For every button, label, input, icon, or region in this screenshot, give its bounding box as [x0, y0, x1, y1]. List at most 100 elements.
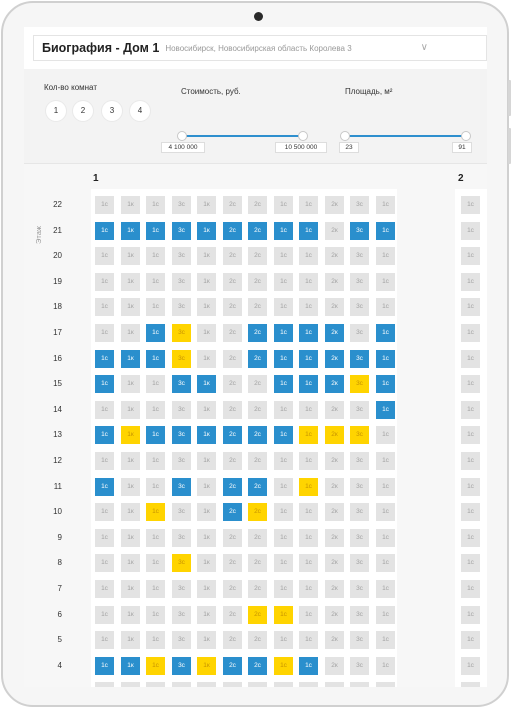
apartment-cell[interactable]: 2к — [325, 196, 344, 214]
apartment-cell[interactable]: 1к — [121, 401, 140, 419]
apartment-cell[interactable]: 3с — [172, 580, 191, 598]
apartment-cell[interactable]: 1к — [197, 222, 216, 240]
apartment-cell[interactable]: 1с — [146, 324, 165, 342]
apartment-cell[interactable]: 1с — [461, 350, 480, 368]
apartment-cell[interactable]: 2с — [248, 478, 267, 496]
apartment-cell[interactable]: 1к — [197, 375, 216, 393]
apartment-cell[interactable]: 2к — [325, 426, 344, 444]
apartment-cell[interactable]: 2с — [223, 401, 242, 419]
price-max-value[interactable]: 10 500 000 — [275, 142, 327, 153]
apartment-cell[interactable]: 1с — [95, 478, 114, 496]
apartment-cell[interactable]: 1с — [274, 324, 293, 342]
apartment-cell[interactable]: 1к — [197, 247, 216, 265]
apartment-cell[interactable]: 1с — [95, 529, 114, 547]
apartment-cell[interactable]: 1с — [146, 222, 165, 240]
room-option-3[interactable]: 3 — [102, 101, 122, 121]
apartment-cell[interactable]: 3с — [172, 247, 191, 265]
apartment-cell[interactable]: 1с — [95, 554, 114, 572]
apartment-cell[interactable]: 2с — [248, 273, 267, 291]
apartment-cell[interactable]: 1с — [461, 222, 480, 240]
price-slider-min-handle[interactable] — [177, 131, 187, 141]
apartment-cell[interactable]: 3с — [172, 452, 191, 470]
apartment-cell[interactable]: 1с — [274, 247, 293, 265]
apartment-cell[interactable]: 1к — [121, 196, 140, 214]
apartment-cell[interactable]: 2с — [223, 503, 242, 521]
apartment-cell[interactable]: 1с — [274, 401, 293, 419]
apartment-cell[interactable]: 3с — [350, 298, 369, 316]
apartment-cell[interactable]: 1с — [461, 478, 480, 496]
apartment-cell[interactable]: 2к — [325, 606, 344, 624]
apartment-cell[interactable]: 1с — [461, 273, 480, 291]
apartment-cell[interactable]: 3с — [350, 657, 369, 675]
apartment-cell[interactable]: 2к — [325, 273, 344, 291]
apartment-cell[interactable]: 2с — [223, 529, 242, 547]
apartment-cell[interactable]: 1к — [121, 580, 140, 598]
apartment-cell[interactable]: 1к — [197, 657, 216, 675]
room-option-2[interactable]: 2 — [73, 101, 93, 121]
apartment-cell[interactable]: 1с — [95, 350, 114, 368]
apartment-cell[interactable]: 1к — [121, 478, 140, 496]
apartment-cell[interactable]: 1с — [461, 426, 480, 444]
apartment-cell[interactable]: 1с — [146, 298, 165, 316]
apartment-cell[interactable]: 1к — [197, 682, 216, 687]
apartment-cell[interactable]: 2с — [223, 247, 242, 265]
apartment-cell[interactable]: 1к — [121, 529, 140, 547]
apartment-cell[interactable]: 1с — [299, 298, 318, 316]
apartment-cell[interactable]: 1с — [461, 324, 480, 342]
apartment-cell[interactable]: 2с — [248, 452, 267, 470]
apartment-cell[interactable]: 1с — [461, 298, 480, 316]
apartment-cell[interactable]: 1с — [461, 682, 480, 687]
apartment-cell[interactable]: 1с — [299, 196, 318, 214]
apartment-cell[interactable]: 2с — [248, 298, 267, 316]
apartment-cell[interactable]: 2с — [248, 247, 267, 265]
apartment-cell[interactable]: 1с — [274, 222, 293, 240]
apartment-cell[interactable]: 2к — [325, 554, 344, 572]
apartment-cell[interactable]: 1с — [376, 657, 395, 675]
apartment-cell[interactable]: 1с — [461, 529, 480, 547]
apartment-cell[interactable]: 3с — [350, 247, 369, 265]
apartment-cell[interactable]: 1с — [95, 452, 114, 470]
apartment-cell[interactable]: 1с — [299, 529, 318, 547]
apartment-cell[interactable]: 2с — [223, 375, 242, 393]
apartment-cell[interactable]: 2к — [325, 298, 344, 316]
apartment-cell[interactable]: 1с — [299, 222, 318, 240]
apartment-cell[interactable]: 2с — [223, 426, 242, 444]
apartment-cell[interactable]: 2с — [223, 273, 242, 291]
apartment-cell[interactable]: 1с — [95, 426, 114, 444]
apartment-cell[interactable]: 1с — [95, 247, 114, 265]
apartment-cell[interactable]: 1с — [299, 503, 318, 521]
apartment-cell[interactable]: 1с — [299, 554, 318, 572]
apartment-cell[interactable]: 2с — [223, 222, 242, 240]
apartment-cell[interactable]: 3с — [350, 682, 369, 687]
apartment-cell[interactable]: 1с — [274, 196, 293, 214]
apartment-cell[interactable]: 1с — [376, 401, 395, 419]
chevron-down-icon[interactable]: ∨ — [421, 43, 428, 53]
apartment-cell[interactable]: 2с — [248, 426, 267, 444]
apartment-cell[interactable]: 1к — [197, 298, 216, 316]
apartment-cell[interactable]: 1к — [197, 529, 216, 547]
area-max-value[interactable]: 91 — [452, 142, 472, 153]
apartment-cell[interactable]: 2с — [248, 529, 267, 547]
apartment-cell[interactable]: 2с — [248, 580, 267, 598]
apartment-cell[interactable]: 1с — [95, 580, 114, 598]
apartment-cell[interactable]: 1с — [274, 503, 293, 521]
apartment-cell[interactable]: 2с — [223, 554, 242, 572]
apartment-cell[interactable]: 1с — [299, 478, 318, 496]
apartment-cell[interactable]: 2с — [223, 682, 242, 687]
apartment-cell[interactable]: 1с — [299, 580, 318, 598]
apartment-cell[interactable]: 1к — [121, 554, 140, 572]
apartment-cell[interactable]: 1к — [121, 682, 140, 687]
apartment-cell[interactable]: 2с — [223, 631, 242, 649]
apartment-cell[interactable]: 1с — [376, 298, 395, 316]
apartment-cell[interactable]: 1с — [95, 657, 114, 675]
apartment-cell[interactable]: 1к — [197, 554, 216, 572]
apartment-cell[interactable]: 2с — [223, 324, 242, 342]
area-slider-min-handle[interactable] — [340, 131, 350, 141]
apartment-cell[interactable]: 3с — [172, 529, 191, 547]
apartment-cell[interactable]: 3с — [172, 503, 191, 521]
apartment-cell[interactable]: 1с — [461, 452, 480, 470]
apartment-cell[interactable]: 1с — [146, 554, 165, 572]
apartment-cell[interactable]: 1с — [299, 401, 318, 419]
apartment-cell[interactable]: 1с — [274, 529, 293, 547]
apartment-cell[interactable]: 2с — [223, 350, 242, 368]
